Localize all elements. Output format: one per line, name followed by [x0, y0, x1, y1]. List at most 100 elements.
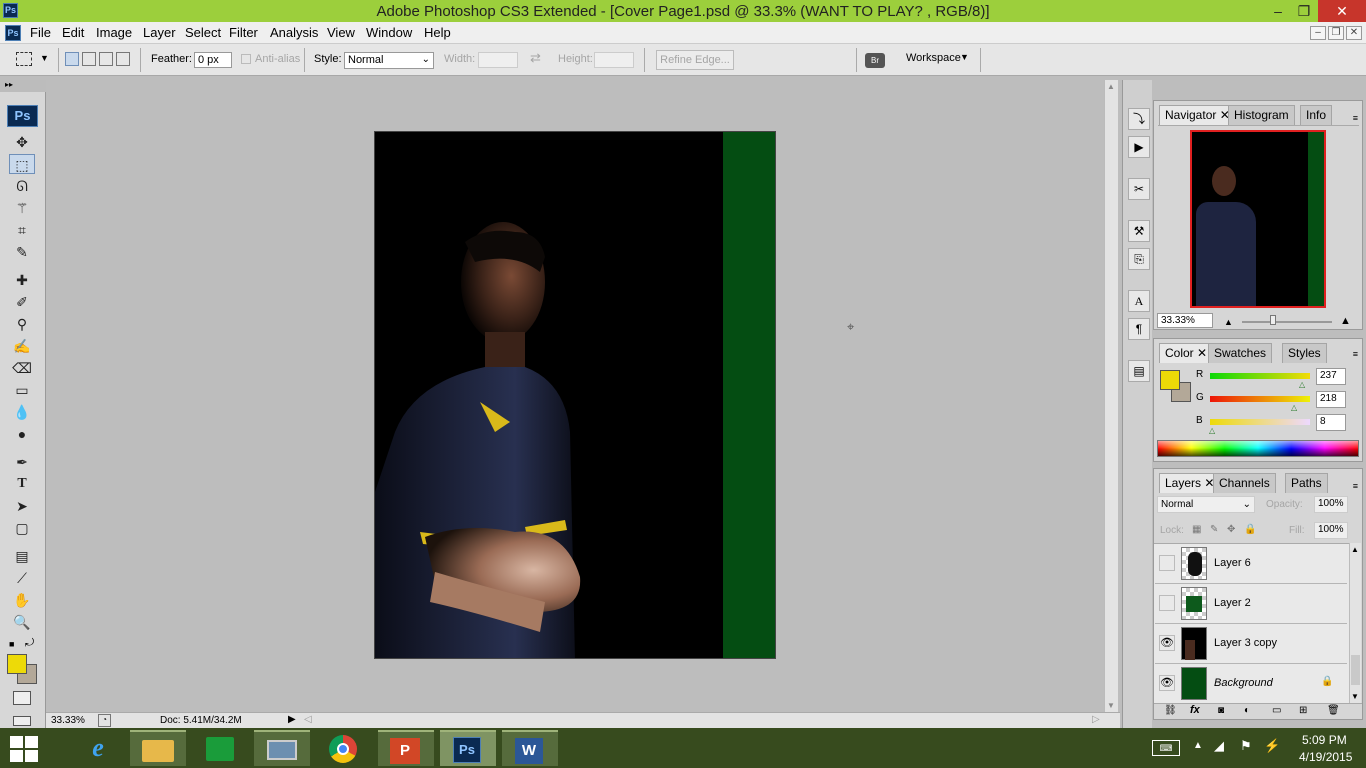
zoom-in-icon[interactable]: ▲	[1340, 315, 1351, 327]
channel-g-thumb[interactable]: △	[1291, 403, 1297, 412]
navigator-view-box[interactable]	[1190, 130, 1326, 308]
layer-name[interactable]: Background	[1214, 677, 1273, 689]
menu-view[interactable]: View	[327, 25, 355, 40]
new-group-icon[interactable]: ▭	[1272, 705, 1281, 716]
tab-paths[interactable]: Paths	[1285, 473, 1328, 493]
layer-style-icon[interactable]: fx	[1190, 704, 1200, 716]
channel-g-slider[interactable]	[1210, 396, 1310, 402]
menu-layer[interactable]: Layer	[143, 25, 176, 40]
collapse-icon[interactable]: ▸▸	[0, 80, 46, 92]
menu-filter[interactable]: Filter	[229, 25, 258, 40]
navigator-zoom-input[interactable]: 33.33%	[1157, 313, 1213, 328]
channel-b-thumb[interactable]: △	[1209, 426, 1215, 435]
channel-b-input[interactable]: 8	[1316, 414, 1346, 431]
tool-presets-icon[interactable]: ✂	[1128, 178, 1150, 200]
opacity-input[interactable]: 100%	[1314, 496, 1348, 513]
channel-r-input[interactable]: 237	[1316, 368, 1346, 385]
doc-minimize-button[interactable]: ‒	[1310, 26, 1326, 40]
layer-mask-icon[interactable]: ◙	[1218, 705, 1224, 716]
store-icon[interactable]	[192, 730, 248, 766]
powerpoint-icon[interactable]: P	[378, 730, 434, 766]
swap-icon[interactable]: ⇄	[530, 50, 541, 66]
eyedropper-tool-icon[interactable]: ⟋	[9, 568, 35, 588]
blur-tool-icon[interactable]: 💧	[9, 402, 35, 422]
menu-analysis[interactable]: Analysis	[270, 25, 318, 40]
clone-stamp-tool-icon[interactable]: ⚲	[9, 314, 35, 334]
brushes-icon[interactable]: ⚒	[1128, 220, 1150, 242]
zoom-slider-track[interactable]	[1242, 321, 1332, 323]
layer-comps-icon[interactable]: ▤	[1128, 360, 1150, 382]
power-icon[interactable]: ⚡	[1264, 738, 1280, 754]
new-layer-icon[interactable]: ⊞	[1299, 705, 1307, 716]
link-layers-icon[interactable]: ⛓	[1164, 705, 1177, 716]
channel-b-slider[interactable]	[1210, 419, 1310, 425]
tab-info[interactable]: Info	[1300, 105, 1333, 125]
start-button[interactable]	[10, 736, 38, 762]
add-selection-icon[interactable]	[82, 52, 96, 66]
clock-time[interactable]: 5:09 PM	[1302, 733, 1347, 747]
default-colors-icon[interactable]: ■	[9, 639, 14, 649]
screen-mode-icon[interactable]	[13, 716, 31, 726]
panel-menu-icon[interactable]: ≡	[1353, 481, 1358, 491]
workspace-button[interactable]: Workspace	[906, 52, 961, 64]
shape-tool-icon[interactable]: ▢	[9, 518, 35, 538]
move-tool-icon[interactable]: ✥	[9, 132, 35, 152]
eraser-tool-icon[interactable]: ⌫	[9, 358, 35, 378]
height-input[interactable]	[594, 52, 634, 68]
magic-wand-tool-icon[interactable]: ⚚	[9, 198, 35, 218]
menu-image[interactable]: Image	[96, 25, 132, 40]
menu-help[interactable]: Help	[424, 25, 451, 40]
layer-row[interactable]: Layer 6	[1155, 544, 1347, 584]
pen-tool-icon[interactable]: ✒	[9, 452, 35, 472]
menu-file[interactable]: File	[30, 25, 51, 40]
scroll-right-icon[interactable]: ▷	[1092, 714, 1100, 725]
lock-transparency-icon[interactable]: ▦	[1192, 524, 1201, 535]
zoom-tool-icon[interactable]: 🔍	[9, 612, 35, 632]
scroll-down-icon[interactable]: ▼	[1107, 701, 1115, 710]
tab-styles[interactable]: Styles	[1282, 343, 1327, 363]
internet-explorer-icon[interactable]: e	[70, 730, 126, 766]
layer-row[interactable]: 👁 Layer 3 copy	[1155, 624, 1347, 664]
layer-name[interactable]: Layer 2	[1214, 597, 1251, 609]
layer-row[interactable]: 👁 Background 🔒	[1155, 664, 1347, 703]
panel-menu-icon[interactable]: ≡	[1353, 349, 1358, 359]
keyboard-icon[interactable]: ⌨	[1152, 740, 1180, 756]
foreground-color-swatch[interactable]	[1160, 370, 1180, 390]
layer-name[interactable]: Layer 6	[1214, 557, 1251, 569]
color-spectrum-bar[interactable]	[1157, 440, 1359, 457]
history-brush-tool-icon[interactable]: ✍	[9, 336, 35, 356]
new-selection-icon[interactable]	[65, 52, 79, 66]
subtract-selection-icon[interactable]	[99, 52, 113, 66]
paragraph-icon[interactable]: ¶	[1128, 318, 1150, 340]
bridge-icon[interactable]: Br	[865, 53, 885, 68]
document-icon[interactable]: Ps	[5, 25, 21, 41]
menu-select[interactable]: Select	[185, 25, 221, 40]
width-input[interactable]	[478, 52, 518, 68]
tab-layers[interactable]: Layers ✕	[1159, 473, 1221, 493]
channel-r-thumb[interactable]: △	[1299, 380, 1305, 389]
action-center-icon[interactable]: ⚑	[1240, 738, 1252, 754]
healing-brush-tool-icon[interactable]: ✚	[9, 270, 35, 290]
vertical-scrollbar[interactable]: ▲ ▼	[1104, 80, 1118, 712]
zoom-level[interactable]: 33.33%	[51, 715, 85, 726]
chevron-down-icon[interactable]: ▼	[960, 52, 969, 62]
layer-row[interactable]: Layer 2	[1155, 584, 1347, 624]
quick-mask-icon[interactable]	[13, 691, 31, 705]
path-selection-tool-icon[interactable]: ➤	[9, 496, 35, 516]
menu-window[interactable]: Window	[366, 25, 412, 40]
scroll-up-icon[interactable]: ▲	[1107, 82, 1115, 91]
crop-tool-icon[interactable]: ⌗	[9, 220, 35, 240]
channel-g-input[interactable]: 218	[1316, 391, 1346, 408]
intersect-selection-icon[interactable]	[116, 52, 130, 66]
lasso-tool-icon[interactable]: ᘏ	[9, 176, 35, 196]
type-tool-icon[interactable]: T	[9, 474, 35, 494]
menu-edit[interactable]: Edit	[62, 25, 84, 40]
visibility-toggle[interactable]	[1159, 555, 1175, 571]
photoshop-icon[interactable]: Ps	[440, 730, 496, 766]
feather-input[interactable]: 0 px	[194, 52, 232, 68]
layer-name[interactable]: Layer 3 copy	[1214, 637, 1277, 649]
tab-histogram[interactable]: Histogram	[1228, 105, 1295, 125]
swap-colors-icon[interactable]: ⤾	[25, 637, 34, 650]
character-icon[interactable]: A	[1128, 290, 1150, 312]
tab-channels[interactable]: Channels	[1213, 473, 1276, 493]
